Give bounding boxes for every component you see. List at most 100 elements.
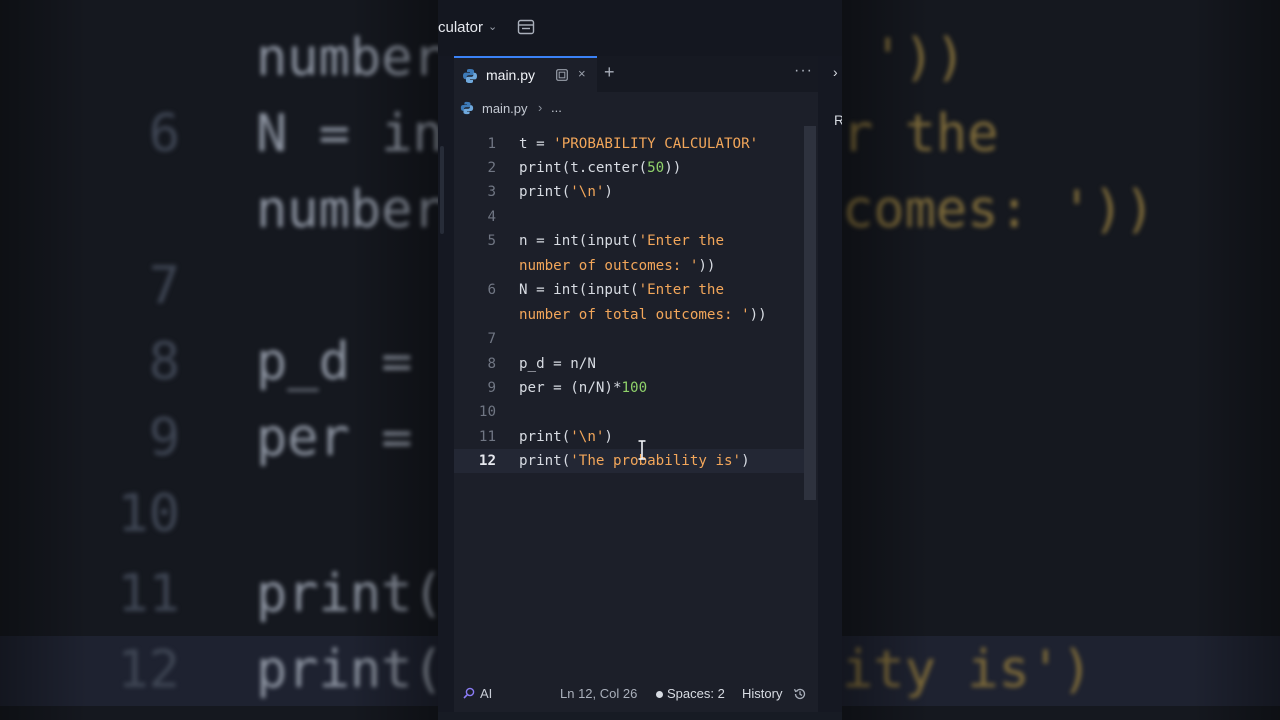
editor-scrollbar[interactable] — [804, 126, 816, 500]
code-token: N = int(input( — [519, 282, 639, 298]
python-file-icon — [460, 101, 474, 115]
background-code-token: ity is') — [842, 640, 1093, 700]
background-code-line: ity is') — [842, 632, 1092, 709]
panel-layout-icon[interactable] — [517, 18, 535, 36]
string-token: '\n' — [570, 429, 605, 445]
number-token: 50 — [647, 160, 665, 176]
code-token: print( — [519, 429, 571, 445]
code-line[interactable]: number of outcomes: ')) — [454, 254, 804, 278]
background-line-number: 8 — [148, 332, 180, 392]
code-token: print( — [519, 453, 571, 469]
code-token: print( — [519, 184, 571, 200]
top-bar: culator ⌄ — [438, 0, 842, 56]
line-number: 12 — [478, 453, 496, 469]
code-text: print('\n') — [519, 425, 613, 449]
code-line[interactable]: 2 print(t.center(50)) — [454, 156, 804, 180]
project-name[interactable]: culator — [438, 19, 483, 36]
string-token: 'PROBABILITY CALCULATOR' — [553, 136, 759, 152]
code-line[interactable]: 12 print('The probability is') — [454, 449, 804, 473]
background-code-text: print( — [256, 556, 438, 633]
background-code-text: per = — [256, 400, 438, 477]
status-bar: AI Ln 12, Col 26 Spaces: 2 History — [454, 678, 818, 710]
code-token: )) — [664, 160, 682, 176]
line-number: 5 — [487, 233, 496, 249]
background-code-line: comes: ')) — [842, 172, 1155, 249]
code-text: print(t.center(50)) — [519, 156, 681, 180]
code-line[interactable]: 10 — [454, 400, 804, 424]
code-token: t = — [519, 136, 554, 152]
chevron-down-icon[interactable]: ⌄ — [488, 20, 497, 33]
right-panel-label: R — [834, 112, 842, 128]
background-code-right: ')) r the comes: ')) ity is') — [842, 0, 1280, 720]
string-token: number of total outcomes: ' — [519, 307, 750, 323]
close-tab-icon[interactable]: × — [578, 66, 586, 81]
background-code-left: number 6 N = in number 7 8 p_d = 9 per = 10 11 pr… — [0, 0, 438, 720]
code-line[interactable]: 8 p_d = n/N — [454, 352, 804, 376]
string-token: 'Enter the — [638, 233, 725, 249]
background-code-token: comes: ')) — [842, 180, 1156, 240]
background-code-token: print( — [256, 640, 438, 700]
ai-button[interactable]: AI — [480, 686, 492, 701]
string-token: 'Enter the — [638, 282, 725, 298]
breadcrumb: main.py › ... — [454, 92, 818, 126]
background-code-text: p_d = — [256, 324, 438, 401]
code-line[interactable]: 9 per = (n/N)*100 — [454, 376, 804, 400]
code-line[interactable]: 7 — [454, 327, 804, 351]
string-token: 'The probability is' — [570, 453, 742, 469]
left-scroll-handle[interactable] — [440, 146, 444, 234]
status-dot-icon — [656, 691, 663, 698]
tab-main-py[interactable]: main.py × — [454, 56, 597, 92]
line-number: 4 — [487, 209, 496, 225]
code-line[interactable]: 6 N = int(input('Enter the — [454, 278, 804, 302]
background-code-line: ')) — [872, 20, 966, 97]
code-token: ) — [604, 429, 613, 445]
history-button[interactable]: History — [742, 686, 782, 701]
background-code-token: number — [256, 28, 438, 88]
indentation-setting[interactable]: Spaces: 2 — [667, 686, 725, 701]
background-code-token: number — [256, 180, 438, 240]
python-file-icon — [463, 69, 477, 83]
line-number: 8 — [487, 356, 496, 372]
more-options-icon[interactable]: ··· — [794, 62, 813, 80]
line-number: 9 — [487, 380, 496, 396]
background-code-text: N = in — [256, 96, 438, 173]
code-line[interactable]: 1 t = 'PROBABILITY CALCULATOR' — [454, 132, 804, 156]
breadcrumb-more[interactable]: ... — [551, 100, 562, 115]
code-line[interactable]: 4 — [454, 205, 804, 229]
background-right: ')) r the comes: ')) ity is') — [842, 0, 1280, 720]
split-view-icon[interactable] — [556, 69, 568, 81]
cursor-position[interactable]: Ln 12, Col 26 — [560, 686, 637, 701]
add-tab-icon[interactable]: + — [604, 62, 615, 83]
background-code-token: print( — [256, 564, 438, 624]
string-token: number of outcomes: ' — [519, 258, 699, 274]
code-line[interactable]: 5 n = int(input('Enter the — [454, 229, 804, 253]
code-text: t = 'PROBABILITY CALCULATOR' — [519, 132, 758, 156]
background-left: number 6 N = in number 7 8 p_d = 9 per = 10 11 pr… — [0, 0, 438, 720]
background-code-token: r the — [842, 104, 999, 164]
breadcrumb-file[interactable]: main.py — [482, 101, 528, 116]
history-icon[interactable] — [793, 687, 807, 701]
background-code-line: r the — [842, 96, 999, 173]
code-text: p_d = n/N — [519, 352, 596, 376]
code-text: number of outcomes: ')) — [519, 254, 715, 278]
code-editor[interactable]: 1 t = 'PROBABILITY CALCULATOR' 2 print(t.ce… — [454, 126, 818, 686]
left-panel-edge — [438, 56, 454, 720]
background-line-number: 6 — [148, 104, 180, 164]
code-token: )) — [749, 307, 767, 323]
code-line[interactable]: 11 print('\n') — [454, 425, 804, 449]
code-token: p_d = n/N — [519, 356, 596, 372]
code-token: ) — [741, 453, 750, 469]
background-line-number: 9 — [148, 408, 180, 468]
code-text: N = int(input('Enter the — [519, 278, 724, 302]
code-token: )) — [698, 258, 716, 274]
code-line[interactable]: number of total outcomes: ')) — [454, 303, 804, 327]
code-token: print(t.center( — [519, 160, 648, 176]
line-number: 11 — [478, 429, 496, 445]
background-line-number: 12 — [117, 640, 180, 700]
code-text: print('The probability is') — [519, 449, 750, 473]
chevron-right-icon[interactable]: › — [833, 64, 838, 80]
code-token: per = (n/N)* — [519, 380, 622, 396]
ai-sparkle-icon[interactable] — [463, 687, 475, 699]
code-line[interactable]: 3 print('\n') — [454, 180, 804, 204]
editor-panel: main.py × + ··· main.py › ... 1 t = 'PROB… — [454, 56, 818, 712]
